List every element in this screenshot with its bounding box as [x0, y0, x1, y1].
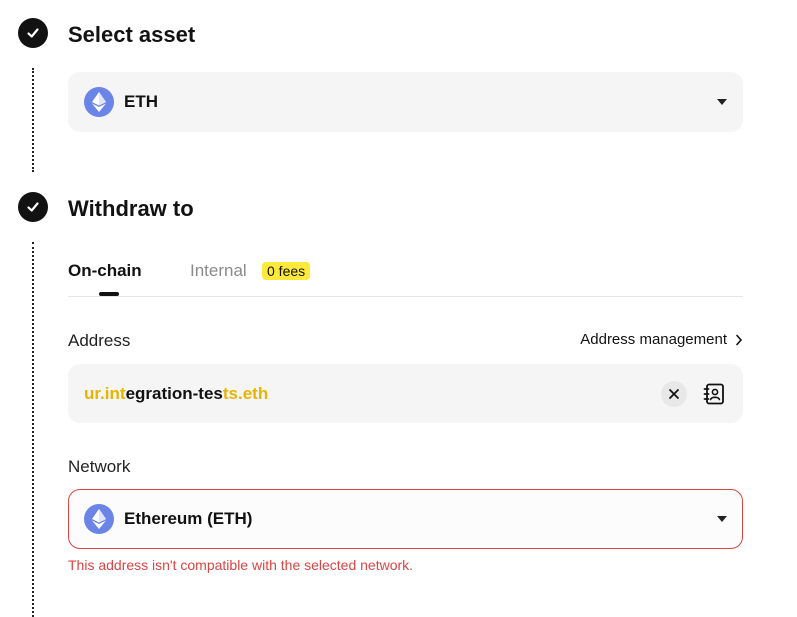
select-asset-title: Select asset — [68, 22, 196, 47]
network-select-value: Ethereum (ETH) — [124, 509, 253, 528]
chevron-down-icon — [717, 516, 727, 522]
close-icon — [669, 388, 679, 399]
step-connector — [32, 242, 34, 617]
address-input-value: ur.integration-tests.eth — [84, 383, 269, 403]
address-input[interactable]: ur.integration-tests.eth — [68, 364, 743, 423]
address-label: Address — [68, 331, 131, 350]
asset-select[interactable]: ETH — [68, 72, 743, 132]
address-book-icon — [703, 383, 724, 404]
chevron-down-icon — [717, 99, 727, 105]
address-management-link[interactable]: Address management — [580, 331, 743, 348]
address-book-button[interactable] — [701, 381, 727, 407]
step-complete-check-icon — [18, 192, 48, 222]
ethereum-icon — [84, 87, 114, 117]
network-select[interactable]: Ethereum (ETH) — [68, 489, 743, 549]
withdraw-method-tabs: On-chain Internal 0 fees — [68, 258, 743, 297]
chevron-right-icon — [736, 334, 743, 345]
active-tab-indicator — [99, 292, 119, 296]
withdraw-to-title: Withdraw to — [68, 196, 194, 221]
tab-on-chain[interactable]: On-chain — [68, 261, 142, 281]
zero-fees-badge: 0 fees — [262, 262, 311, 280]
step-complete-check-icon — [18, 18, 48, 48]
asset-select-value: ETH — [124, 92, 158, 111]
address-management-label: Address management — [580, 331, 727, 348]
step-connector — [32, 68, 34, 172]
ethereum-icon — [84, 504, 114, 534]
tab-internal[interactable]: Internal — [190, 261, 247, 281]
network-label: Network — [68, 457, 131, 476]
network-error-message: This address isn't compatible with the s… — [68, 557, 414, 573]
clear-address-button[interactable] — [661, 380, 687, 407]
